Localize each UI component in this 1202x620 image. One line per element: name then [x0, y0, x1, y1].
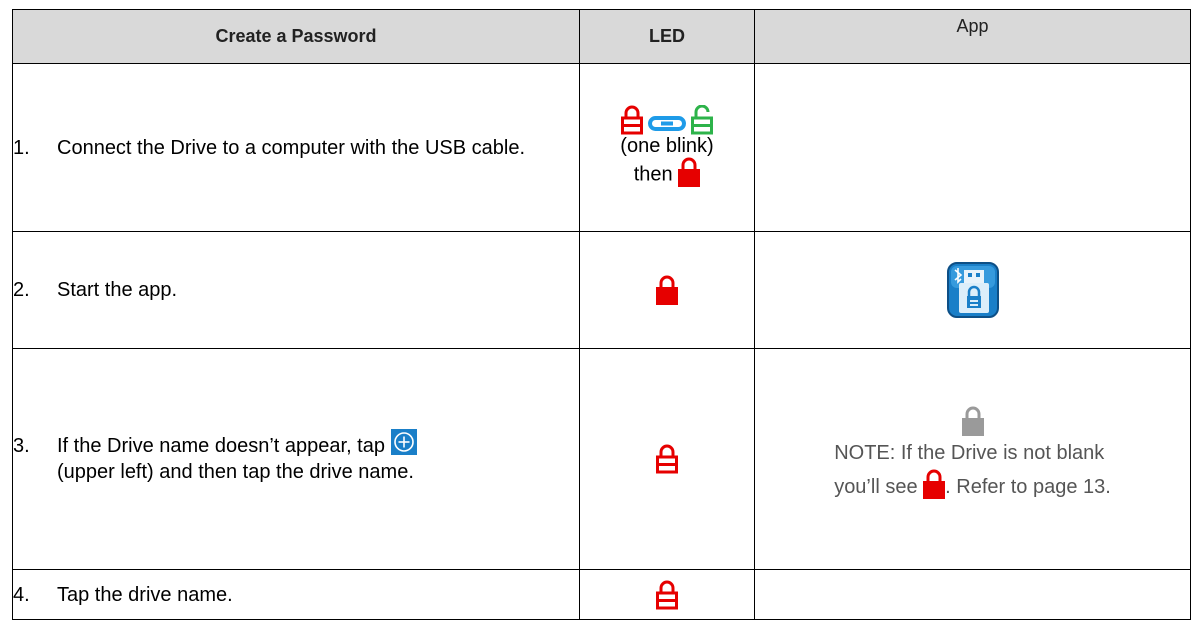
green-unlock-icon [691, 104, 714, 134]
header-row: Create a Password LED App [12, 9, 1191, 64]
app-cell [754, 231, 1191, 349]
step-number: 1. [13, 136, 30, 159]
led-cell [579, 569, 755, 620]
table-row: 4. Tap the drive name. [12, 569, 1191, 620]
note-line-1: NOTE: If the Drive is not blank [834, 442, 1105, 464]
app-cell: NOTE: If the Drive is not blank you’ll s… [754, 348, 1191, 570]
step-2-cell: 2. Start the app. [12, 231, 580, 349]
step-3-cell: 3. If the Drive name doesn’t appear, tap … [12, 348, 580, 570]
app-cell [754, 569, 1191, 620]
red-solid-lock-icon [656, 275, 678, 305]
note-pre-text: you’ll see [834, 476, 918, 498]
gray-lock-icon [961, 406, 984, 436]
app-cell [754, 63, 1191, 232]
step-4-cell: 4. Tap the drive name. [12, 569, 580, 620]
led-blink-label: (one blink) [620, 134, 714, 157]
blue-link-icon [648, 115, 686, 131]
step-number: 2. [13, 279, 30, 301]
header-create-password: Create a Password [12, 9, 580, 64]
step-number: 4. [13, 584, 30, 606]
password-steps-table: Create a Password LED App 1. Connect the … [12, 9, 1191, 620]
led-cell: (one blink) then [579, 63, 755, 232]
table-row: 3. If the Drive name doesn’t appear, tap … [12, 348, 1191, 570]
led-then-label: then [633, 162, 673, 185]
red-outline-lock-icon [620, 105, 643, 134]
step-number: 3. [13, 435, 30, 457]
step-1-cell: 1. Connect the Drive to a computer with t… [12, 63, 580, 232]
table-row: 2. Start the app. [12, 231, 1191, 349]
red-solid-lock-icon [678, 157, 701, 187]
add-circle-icon [390, 428, 417, 455]
led-cell [579, 348, 755, 570]
app-note: NOTE: If the Drive is not blank you’ll s… [834, 436, 1111, 504]
step-text-after-icon: (upper left) and then tap the drive name… [57, 461, 414, 483]
red-outline-lock-icon [656, 580, 678, 610]
header-app: App [754, 9, 1191, 64]
table-row: 1. Connect the Drive to a computer with t… [12, 63, 1191, 232]
drive-app-icon [946, 262, 999, 318]
step-text: Connect the Drive to a computer with the… [57, 136, 526, 159]
step-text: Start the app. [57, 279, 178, 301]
led-cell [579, 231, 755, 349]
red-outline-lock-icon [656, 444, 678, 474]
header-led: LED [579, 9, 755, 64]
step-text-before-icon: If the Drive name doesn’t appear, tap [57, 435, 385, 457]
red-solid-lock-icon [923, 469, 946, 499]
step-text: Tap the drive name. [57, 584, 233, 606]
note-post-text: . Refer to page 13. [945, 476, 1111, 498]
